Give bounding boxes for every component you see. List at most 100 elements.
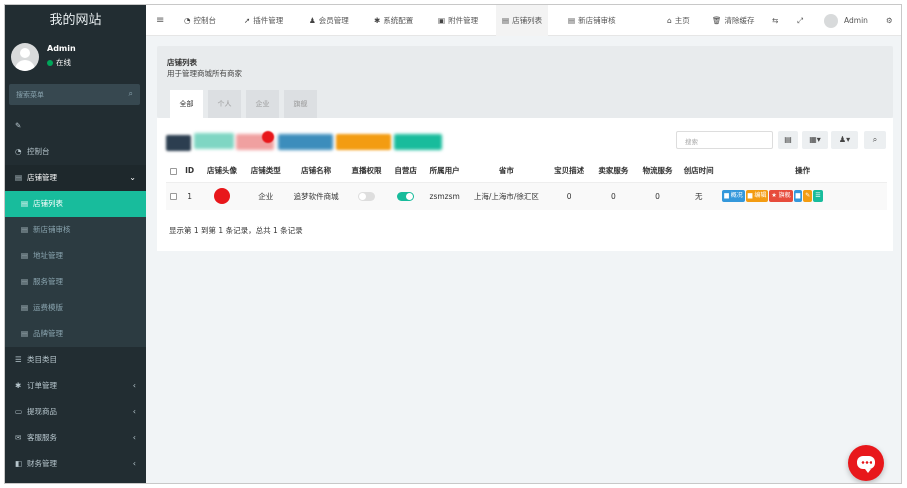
batch-button[interactable] bbox=[394, 134, 442, 150]
col-type[interactable]: 店铺类型 bbox=[245, 160, 287, 183]
col-avatar[interactable]: 店铺头像 bbox=[198, 160, 246, 183]
search-icon[interactable]: ⌕ bbox=[129, 89, 133, 99]
browser-frame: 我的网站 Admin 在线 搜索菜单 ⌕ ✎ ◔ 控制台 ▤ 店铺管理 ⌄ ▤ 店铺列表… bbox=[4, 4, 902, 484]
shop-view-icon[interactable]: ▆ bbox=[793, 190, 803, 203]
page-subtitle: 用于管理商城所有商家 bbox=[167, 69, 242, 78]
home-link[interactable]: ⌂ 主页 bbox=[667, 5, 690, 36]
sidebar-item-orders[interactable]: ✱ 订单管理 ‹ bbox=[5, 373, 146, 399]
flagship-button[interactable]: ★ 旗舰 bbox=[769, 190, 793, 203]
sidebar-item-label: 服务管理 bbox=[33, 277, 63, 286]
sidebar-item-address[interactable]: ▤ 地址管理 bbox=[5, 243, 146, 269]
tab-dashboard[interactable]: ◔ 控制台 bbox=[184, 5, 216, 36]
cell-operations: ▆ 概况 ▆ 编辑 ★ 旗舰 ▆ ✎ ☰ bbox=[718, 182, 887, 210]
menu-toggle-icon[interactable]: ≡ bbox=[156, 5, 164, 36]
sidebar-item-customer-service[interactable]: ✉ 客服服务 ‹ bbox=[5, 425, 146, 451]
overview-button[interactable]: ▆ 概况 bbox=[722, 190, 745, 203]
sidebar-item-shop-management[interactable]: ▤ 店铺管理 ⌄ bbox=[5, 165, 146, 191]
tab-personal[interactable]: 个人 bbox=[208, 90, 241, 118]
chat-button[interactable] bbox=[848, 445, 884, 481]
badge-icon bbox=[262, 131, 274, 143]
cell-type[interactable]: 企业 bbox=[245, 182, 287, 210]
col-self-run[interactable]: 自营店 bbox=[387, 160, 425, 183]
import-button[interactable] bbox=[278, 134, 333, 150]
col-service[interactable]: 卖家服务 bbox=[590, 160, 636, 183]
sidebar-item-finance[interactable]: ◧ 财务管理 ‹ bbox=[5, 451, 146, 477]
tag-icon[interactable]: ✎ bbox=[803, 190, 813, 203]
tab-shop-list[interactable]: ▤ 店铺列表 bbox=[496, 5, 549, 36]
checkbox[interactable] bbox=[169, 193, 177, 201]
tab-members[interactable]: ♟ 会员管理 bbox=[309, 5, 349, 36]
shop-avatar[interactable] bbox=[214, 188, 231, 205]
refresh-button[interactable] bbox=[166, 135, 191, 151]
language-icon[interactable]: ⇆ bbox=[772, 5, 778, 36]
admin-label: Admin bbox=[844, 16, 868, 25]
chevron-left-icon: ‹ bbox=[132, 381, 136, 390]
sidebar-item-dashboard[interactable]: ◔ 控制台 bbox=[5, 139, 146, 165]
self-run-toggle[interactable] bbox=[397, 192, 415, 201]
page-header: 店铺列表 用于管理商城所有商家 全部 个人 企业 旗舰 bbox=[157, 46, 893, 118]
cell-user[interactable]: zsmzsm bbox=[424, 182, 466, 210]
sidebar-item-goods[interactable]: ▭ 提现商品 ‹ bbox=[5, 399, 146, 425]
pencil-icon: ✎ bbox=[15, 121, 22, 130]
col-live[interactable]: 直播权限 bbox=[345, 160, 388, 183]
settings-gear-icon[interactable]: ⚙ bbox=[886, 5, 893, 36]
sidebar-search-input[interactable]: 搜索菜单 ⌕ bbox=[9, 84, 140, 105]
list-icon: ▤ bbox=[568, 16, 576, 25]
col-name[interactable]: 店铺名称 bbox=[286, 160, 346, 183]
sidebar-item-shop-list[interactable]: ▤ 店铺列表 bbox=[5, 191, 146, 217]
sidebar-item-brand[interactable]: ▤ 品牌管理 bbox=[5, 321, 146, 347]
chevron-left-icon: ‹ bbox=[132, 459, 136, 468]
tab-plugins[interactable]: ➚ 插件管理 bbox=[244, 5, 283, 36]
clear-cache-button[interactable]: 🗑 清除缓存 bbox=[712, 5, 755, 36]
sidebar-item-label: 类目类目 bbox=[27, 355, 57, 364]
sidebar-item-edit[interactable]: ✎ bbox=[5, 113, 146, 139]
search-placeholder: 搜索菜单 bbox=[16, 91, 44, 99]
avatar bbox=[824, 14, 838, 28]
col-user[interactable]: 所属用户 bbox=[424, 160, 466, 183]
tab-label: 控制台 bbox=[193, 16, 217, 25]
tab-all[interactable]: 全部 bbox=[170, 90, 203, 118]
sidebar-item-category[interactable]: ☰ 类目类目 bbox=[5, 347, 146, 373]
add-button[interactable] bbox=[194, 133, 234, 149]
cell-region: 上海/上海市/徐汇区 bbox=[465, 182, 548, 210]
table-row[interactable]: 1 企业 追梦软件商城 zsmzsm 上海/上海市/徐汇区 0 0 0 无 ▆ … bbox=[166, 182, 887, 210]
edit-label: 编辑 bbox=[754, 192, 767, 200]
rocket-icon: ➚ bbox=[244, 16, 251, 25]
col-created[interactable]: 创店时间 bbox=[679, 160, 719, 183]
checkbox[interactable] bbox=[169, 167, 177, 175]
admin-menu[interactable]: Admin bbox=[824, 5, 868, 36]
col-logistics[interactable]: 物流服务 bbox=[635, 160, 680, 183]
site-logo[interactable]: 我的网站 bbox=[5, 5, 146, 36]
select-all-checkbox[interactable] bbox=[166, 160, 181, 183]
sidebar-item-service[interactable]: ▤ 服务管理 bbox=[5, 269, 146, 295]
toggle-view-icon[interactable]: ▤ bbox=[778, 131, 798, 149]
export-dropdown-icon[interactable]: ♟▾ bbox=[831, 131, 858, 149]
cog-icon: ✱ bbox=[15, 381, 22, 390]
columns-dropdown-icon[interactable]: ▦▾ bbox=[802, 131, 828, 149]
table-search-input[interactable]: 搜索 bbox=[676, 131, 773, 149]
col-region[interactable]: 省市 bbox=[465, 160, 548, 183]
tab-enterprise[interactable]: 企业 bbox=[246, 90, 279, 118]
home-icon: ⌂ bbox=[667, 16, 672, 25]
sidebar-item-shipping-template[interactable]: ▤ 运费模版 bbox=[5, 295, 146, 321]
tab-label: 系统配置 bbox=[383, 16, 414, 25]
fullscreen-icon[interactable]: ⤢ bbox=[797, 5, 803, 36]
chevron-left-icon: ‹ bbox=[132, 407, 136, 416]
user-name: Admin bbox=[47, 44, 76, 53]
online-dot-icon bbox=[47, 60, 53, 66]
chat-dots-icon bbox=[861, 461, 872, 464]
live-permission-toggle[interactable] bbox=[358, 192, 376, 201]
tab-attachments[interactable]: ▣ 附件管理 bbox=[438, 5, 478, 36]
col-id[interactable]: ID bbox=[180, 160, 199, 183]
tab-new-shop-review[interactable]: ▤ 新店铺审核 bbox=[568, 5, 616, 36]
sidebar-item-new-shop-review[interactable]: ▤ 新店铺审核 bbox=[5, 217, 146, 243]
tab-flagship[interactable]: 旗舰 bbox=[284, 90, 317, 118]
advanced-search-icon[interactable]: ⌕ bbox=[864, 131, 886, 149]
list-detail-icon[interactable]: ☰ bbox=[813, 190, 823, 203]
col-desc[interactable]: 宝贝描述 bbox=[547, 160, 591, 183]
recommend-button[interactable] bbox=[336, 134, 391, 150]
row-checkbox[interactable] bbox=[166, 182, 181, 210]
tab-system-config[interactable]: ✱ 系统配置 bbox=[374, 5, 413, 36]
edit-shop-button[interactable]: ▆ 编辑 bbox=[745, 190, 769, 203]
user-status: 在线 bbox=[47, 57, 71, 68]
